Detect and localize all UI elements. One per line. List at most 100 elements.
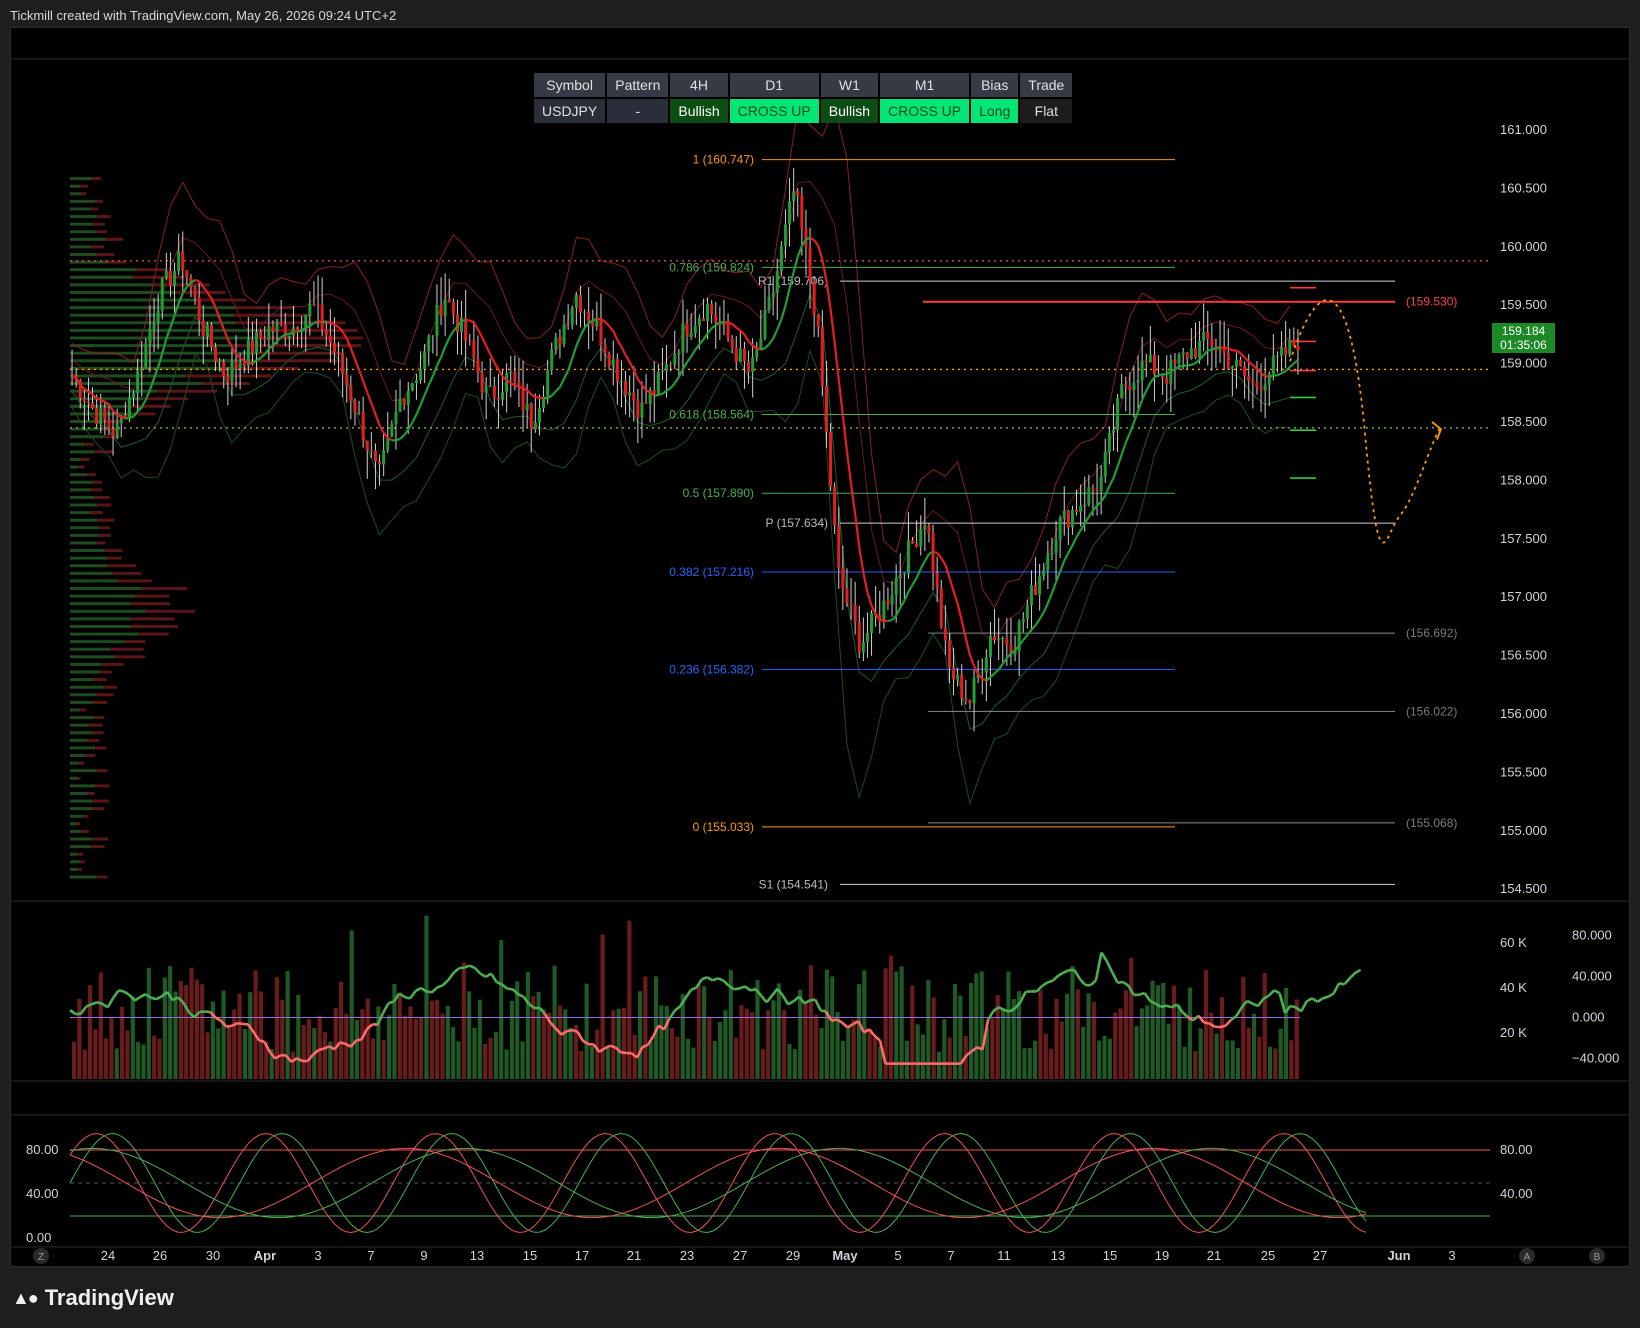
volume-bar [413,1019,418,1079]
profile-bar-buy [70,738,88,742]
status-header-trade: Trade [1020,73,1073,97]
candle-body [447,299,451,303]
axis-button-label: Z [38,1252,44,1263]
profile-bar-buy [70,875,97,879]
candle-body [537,408,541,423]
candle-body [410,383,414,391]
profile-bar-buy [70,594,136,598]
candle-body [628,392,632,396]
forecast-path [1289,299,1443,544]
volume-bar [718,1021,723,1079]
ma-segment [129,415,134,419]
status-header-4h: 4H [670,73,728,97]
volume-bar [1001,1008,1006,1079]
status-pattern: - [607,99,669,123]
tradingview-logo[interactable]: ▲● TradingView [12,1285,174,1311]
candle-body [337,352,341,354]
candle-body [1087,487,1091,505]
volume-bar [274,977,280,1079]
oscillator-segment [446,972,455,982]
volume-bar [520,1041,525,1079]
ma-segment [177,292,184,304]
ma-segment [419,394,426,406]
ma-segment [739,329,746,336]
ma-segment [96,397,102,401]
profile-bar-buy [70,215,97,219]
volume-bar [1257,1036,1262,1079]
profile-bar-sell [80,708,87,712]
profile-bar-sell [90,845,105,849]
candle-body [566,324,570,326]
profile-bar-sell [98,533,111,537]
chart-canvas[interactable]: 1 (160.747) 0.786 (159.824) 0.618 (158.564… [0,0,1640,1328]
volume-bar [98,972,103,1079]
time-tick-label: 30 [206,1248,220,1263]
ma-segment [297,329,302,333]
ma-segment [653,393,659,397]
volume-bar [856,984,861,1079]
volume-bar [563,1009,568,1079]
ma-segment [1132,410,1140,423]
volume-bar [226,1025,231,1079]
ma-segment [870,604,877,615]
ma-segment [1284,366,1291,372]
volume-bar [851,1019,856,1079]
ma-segment [353,358,361,371]
price-tick-label: 157.500 [1500,531,1547,546]
volume-bar [1145,1005,1150,1079]
candle-body [435,305,439,336]
volume-bar [557,1005,562,1079]
candle-body [1189,348,1193,360]
volume-bar [840,1040,845,1079]
profile-bar-sell [96,518,115,522]
volume-bar [1075,989,1080,1079]
price-tick-label: 155.000 [1500,823,1547,838]
ma-segment [1022,634,1029,641]
candle-body [546,370,550,397]
candle-body [1173,359,1177,364]
ma-segment [817,245,824,261]
profile-bar-sell [106,237,124,241]
time-tick-label: 15 [523,1248,537,1263]
candle-body [148,329,152,344]
ma-segment [792,256,799,273]
ma-segment [411,414,418,424]
candle-body [164,270,168,279]
volume-bar [734,1037,739,1079]
candle-body [341,353,345,375]
profile-bar-sell [103,685,118,689]
oscillator-segment [787,1000,795,1006]
candle-body [234,361,238,368]
candle-body [870,613,874,634]
ma-segment [628,361,635,371]
candle-body [480,372,484,393]
volume-bar [493,1031,498,1079]
oscillator-segment [1235,1006,1243,1017]
status-table: Symbol Pattern 4H D1 W1 M1 Bias Trade US… [532,71,1074,125]
profile-bar-buy [70,837,93,841]
candle-body [730,338,734,348]
profile-bar-buy [70,655,115,659]
oscillator-segment [814,998,822,1011]
ma-segment [1174,365,1180,371]
volume-bar [504,1049,509,1079]
profile-bar-buy [70,541,96,545]
profile-bar-buy [70,754,86,758]
candle-body [710,303,714,315]
ma-segment [550,390,557,397]
volume-bar [1022,1048,1027,1079]
volume-bar [819,1028,824,1079]
ma-segment [440,346,447,358]
ma-segment [1042,602,1049,613]
volume-bar [82,1049,87,1079]
volume-bar [910,985,915,1079]
volume-bar [290,1051,296,1079]
candle-body [382,450,386,465]
profile-bar-sell [114,655,146,659]
candle-body [1025,605,1029,619]
candle-body [960,674,964,699]
ma-segment [796,245,803,258]
volume-bar [125,1030,130,1079]
volume-bar [456,1041,461,1079]
profile-bar-sell [201,382,250,386]
